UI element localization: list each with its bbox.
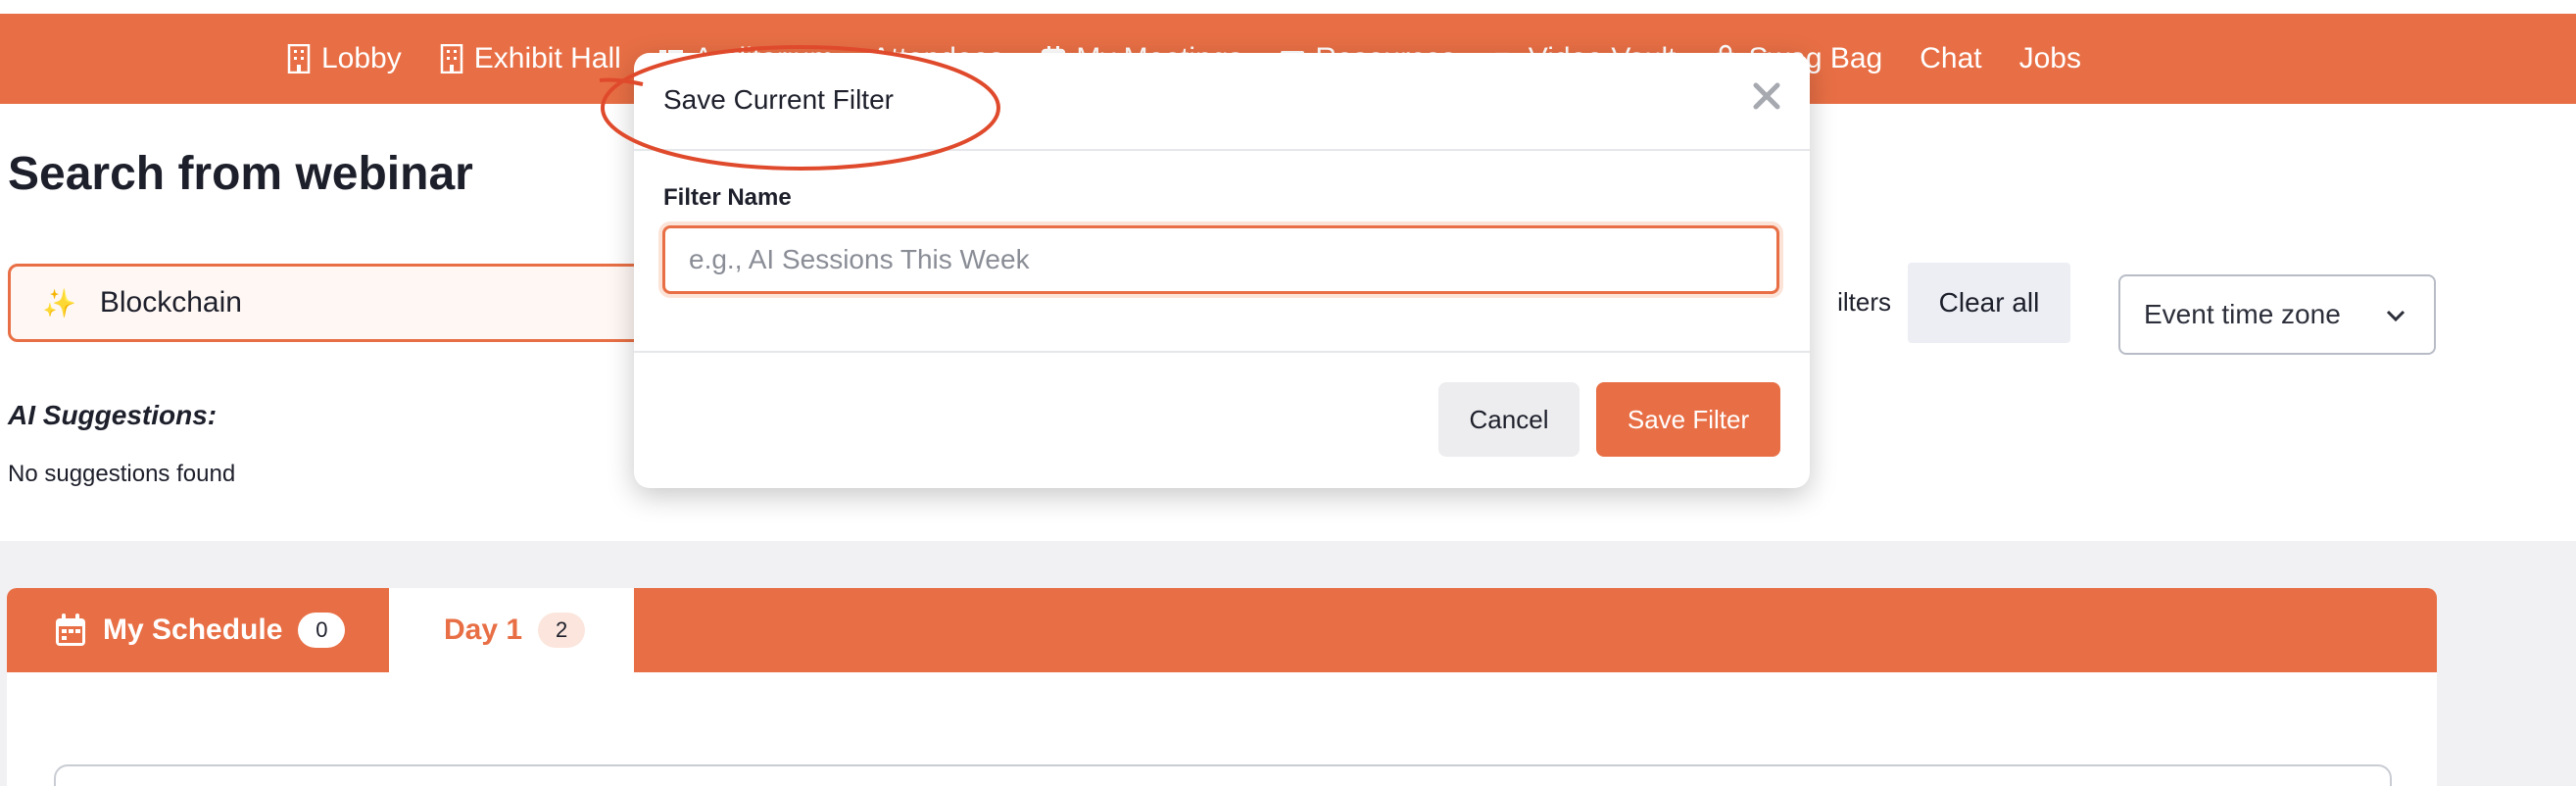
timezone-label: Event time zone: [2144, 299, 2341, 329]
timezone-select[interactable]: Event time zone: [2118, 274, 2436, 355]
session-card[interactable]: [54, 764, 2392, 786]
calendar-icon: [56, 614, 85, 646]
count-badge: 2: [538, 613, 586, 648]
filter-name-label: Filter Name: [663, 184, 792, 211]
nav-label: Lobby: [321, 42, 402, 74]
filter-name-input[interactable]: [662, 225, 1779, 294]
ai-search-input[interactable]: ✨ Blockchain: [8, 264, 694, 342]
tab-my-schedule[interactable]: My Schedule 0: [7, 588, 389, 672]
cancel-button[interactable]: Cancel: [1438, 382, 1580, 457]
save-filter-modal: Save Current Filter Filter Name Cancel S…: [634, 53, 1810, 488]
nav-label: Exhibit Hall: [473, 42, 621, 74]
building-icon: [287, 44, 311, 74]
chevron-down-icon: [2386, 310, 2406, 322]
schedule-tabbar: My Schedule 0 Day 1 2: [7, 588, 2437, 672]
page-title: Search from webinar: [8, 148, 473, 200]
tab-day-1[interactable]: Day 1 2: [389, 588, 634, 672]
sparkle-icon: ✨: [42, 287, 76, 319]
filters-label: ilters: [1837, 286, 1891, 317]
nav-item-chat[interactable]: Chat: [1920, 42, 1981, 75]
count-badge: 0: [298, 613, 346, 648]
tab-label: My Schedule: [103, 614, 283, 646]
tab-label: Day 1: [444, 614, 523, 646]
modal-header: Save Current Filter: [634, 53, 1810, 151]
ai-suggestions-label: AI Suggestions:: [8, 400, 218, 430]
schedule-content: [7, 672, 2437, 786]
clear-all-label: Clear all: [1938, 287, 2040, 318]
modal-title: Save Current Filter: [663, 84, 894, 115]
modal-footer-divider: [634, 351, 1810, 353]
search-query: Blockchain: [99, 286, 242, 319]
nav-item-jobs[interactable]: Jobs: [2019, 42, 2081, 75]
no-suggestions-text: No suggestions found: [8, 461, 236, 487]
nav-label: Chat: [1920, 42, 1982, 74]
nav-label: Jobs: [2018, 42, 2081, 74]
nav-item-exhibit-hall[interactable]: Exhibit Hall: [439, 42, 621, 75]
building-icon: [440, 44, 462, 74]
top-strip: [0, 0, 2576, 14]
save-filter-button[interactable]: Save Filter: [1596, 382, 1780, 457]
nav-item-lobby[interactable]: Lobby: [286, 42, 402, 75]
close-icon[interactable]: [1747, 76, 1786, 116]
clear-all-button[interactable]: Clear all: [1908, 263, 2070, 343]
